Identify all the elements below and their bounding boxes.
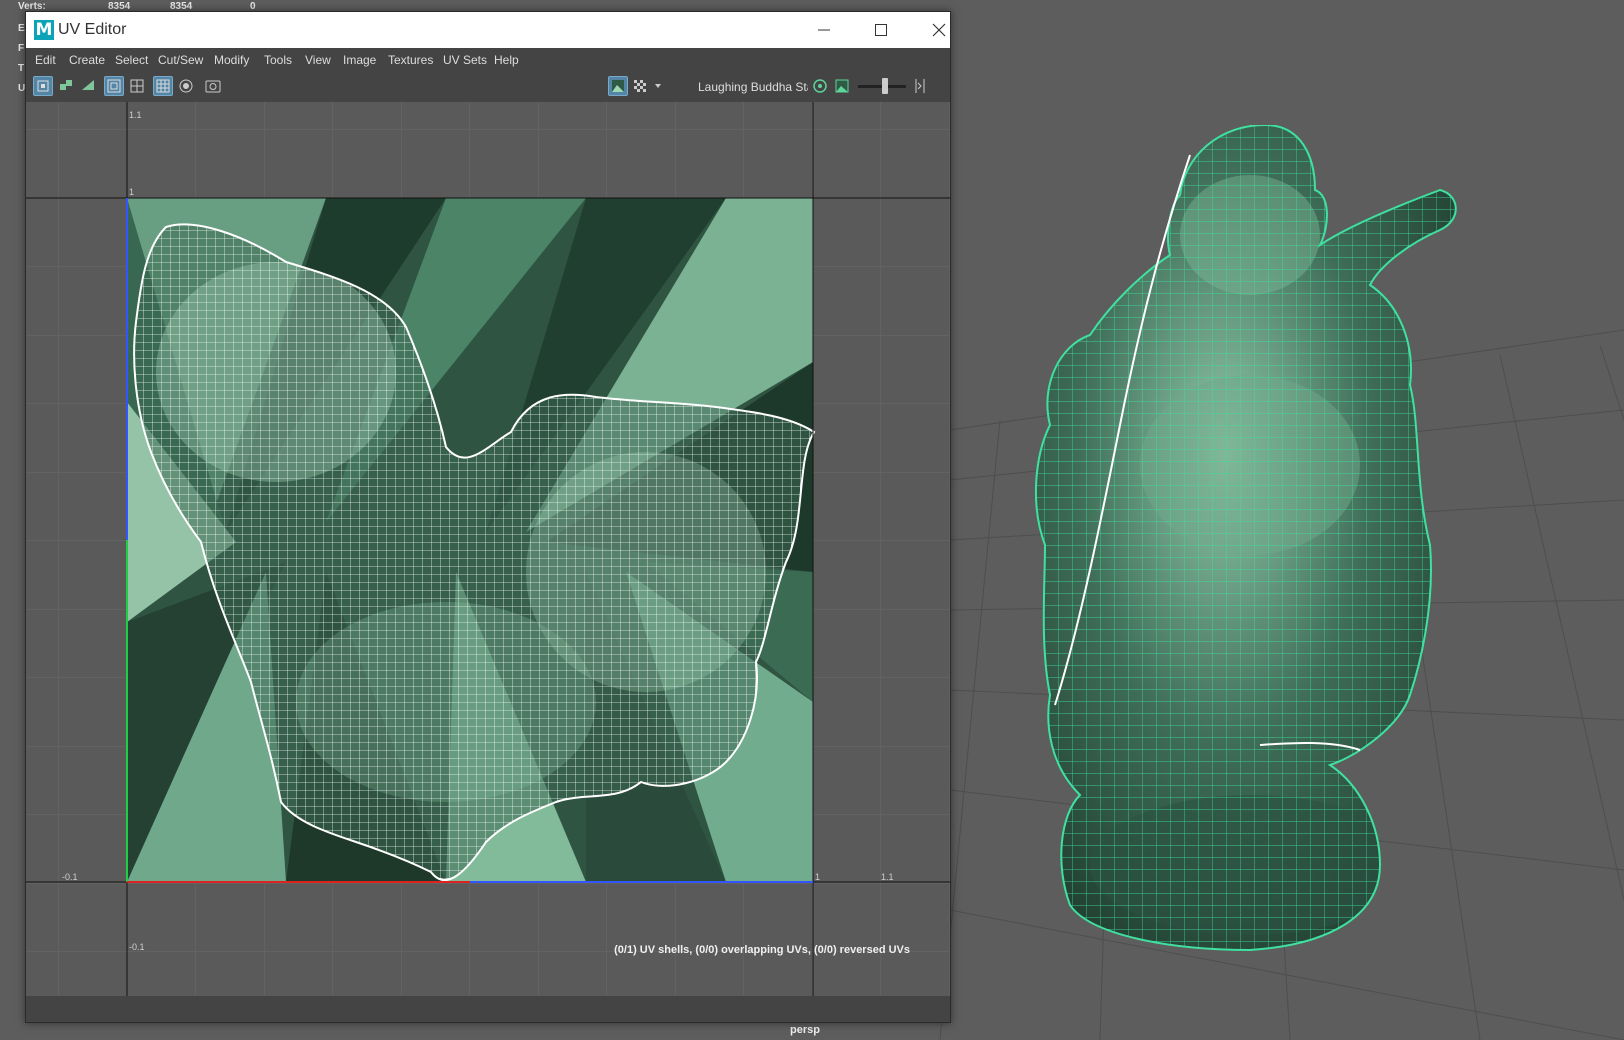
menu-help[interactable]: Help: [494, 53, 519, 67]
menu-select[interactable]: Select: [115, 53, 148, 67]
grid-icon[interactable]: [153, 76, 173, 96]
menu-view[interactable]: View: [305, 53, 331, 67]
frame-icon[interactable]: [104, 76, 124, 96]
axis-label-u-1-1: 1.1: [881, 872, 894, 882]
menu-tools[interactable]: Tools: [264, 53, 292, 67]
grid-border-icon[interactable]: [127, 76, 147, 96]
close-icon: [932, 23, 946, 37]
uv-shell-icon[interactable]: [33, 76, 53, 96]
hud-label: F: [18, 43, 25, 54]
exposure-slider-handle[interactable]: [882, 78, 888, 94]
uv-editor-footer: [26, 996, 950, 1022]
axis-label-u-1: 1: [815, 872, 821, 882]
menu-bar: Edit Create Select Cut/Sew Modify Tools …: [26, 48, 950, 71]
title-bar[interactable]: M UV Editor: [26, 12, 950, 48]
uv-status-text: (0/1) UV shells, (0/0) overlapping UVs, …: [614, 944, 910, 956]
menu-textures[interactable]: Textures: [388, 53, 433, 67]
axis-label-v-1-1: 1.1: [129, 110, 142, 120]
minimize-icon: [818, 29, 830, 31]
image-display-icon[interactable]: [608, 76, 628, 96]
maximize-icon: [875, 24, 887, 36]
window-title: UV Editor: [58, 21, 127, 38]
menu-edit[interactable]: Edit: [35, 53, 56, 67]
uv-edge-icon[interactable]: [78, 76, 98, 96]
buddha-statue-model[interactable]: [1030, 125, 1500, 975]
maya-logo-icon: M: [34, 20, 54, 40]
menu-uv-sets[interactable]: UV Sets: [443, 53, 487, 67]
uv-texture-canvas[interactable]: 1.1 1 -0.1 1 1.1 -0.1 (0/1) UV shells, (…: [26, 102, 950, 996]
minimize-button[interactable]: [796, 12, 852, 48]
axis-label-v-neg: -0.1: [129, 942, 145, 952]
axis-label-v-1: 1: [129, 187, 135, 197]
camera-name-label: persp: [790, 1024, 820, 1036]
checker-icon[interactable]: [630, 76, 650, 96]
hud-label: T: [18, 63, 25, 74]
dropdown-arrow-icon[interactable]: [652, 76, 664, 96]
uv-editor-window[interactable]: M UV Editor Edit Create Select Cut/Sew M…: [25, 11, 951, 1023]
image-icon[interactable]: [832, 76, 852, 96]
camera-snapshot-icon[interactable]: [203, 76, 223, 96]
menu-modify[interactable]: Modify: [214, 53, 249, 67]
maximize-button[interactable]: [853, 12, 909, 48]
menu-cut-sew[interactable]: Cut/Sew: [158, 53, 203, 67]
menu-image[interactable]: Image: [343, 53, 376, 67]
expand-icon[interactable]: [912, 76, 928, 96]
uv-grid-and-texture: [26, 102, 950, 996]
snap-icon[interactable]: [176, 76, 196, 96]
uv-toolbar: Laughing Buddha Sta: [26, 72, 950, 103]
uv-component-icon[interactable]: [56, 76, 76, 96]
close-button[interactable]: [911, 12, 967, 48]
image-name-field[interactable]: Laughing Buddha Sta: [698, 80, 808, 94]
axis-label-u-neg: -0.1: [62, 872, 78, 882]
hud-label: E: [18, 23, 25, 34]
uv-distortion-icon[interactable]: [810, 76, 830, 96]
menu-create[interactable]: Create: [69, 53, 105, 67]
